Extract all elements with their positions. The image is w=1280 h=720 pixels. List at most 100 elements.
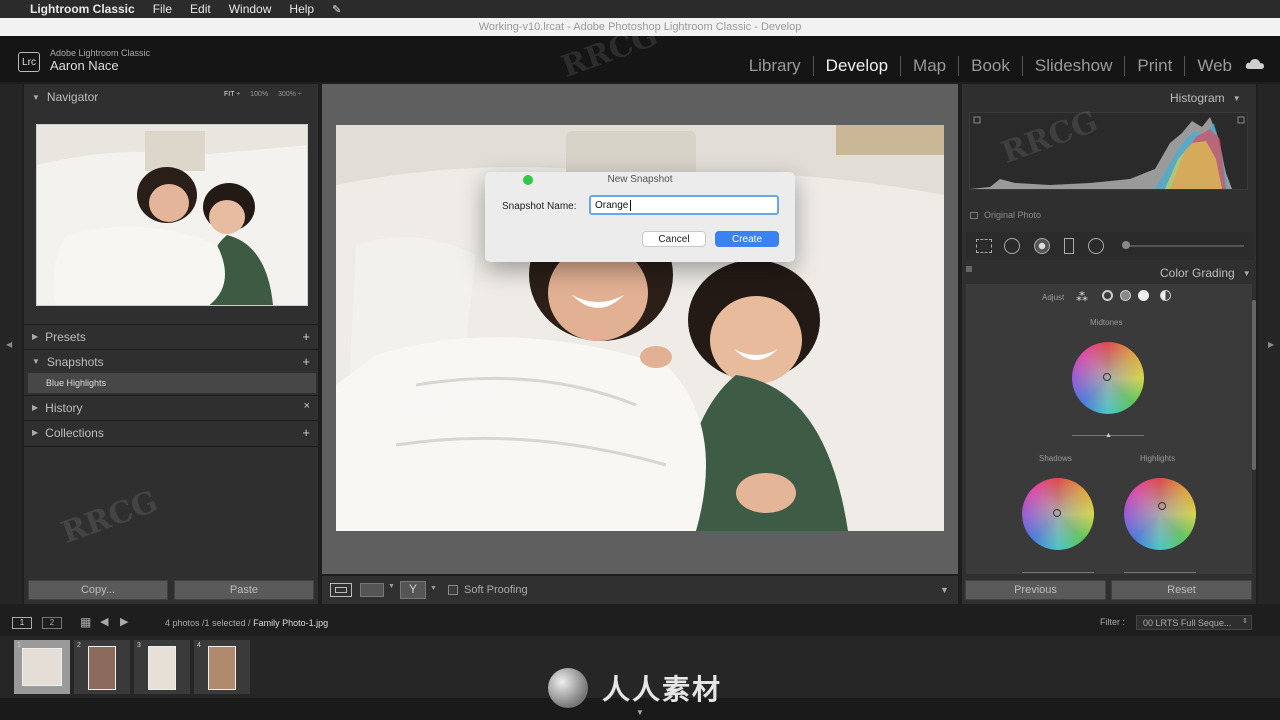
develop-toolbar: ▼ Y ▼ Soft Proofing ▼ — [322, 576, 958, 604]
slider-handle-icon[interactable]: ▲ — [1105, 432, 1112, 439]
film-thumbnail[interactable]: 4 — [194, 640, 250, 694]
module-picker: Library Develop Map Book Slideshow Print… — [737, 56, 1244, 76]
module-print[interactable]: Print — [1124, 56, 1184, 76]
shadows-luminance-slider[interactable] — [1022, 572, 1094, 573]
module-book[interactable]: Book — [958, 56, 1022, 76]
menu-help[interactable]: Help — [289, 2, 314, 16]
radial-filter-icon[interactable] — [1088, 238, 1104, 254]
before-after-icon[interactable] — [360, 583, 384, 597]
shadows-color-wheel[interactable] — [1022, 478, 1094, 550]
reset-button[interactable]: Reset — [1111, 580, 1252, 600]
original-photo-icon[interactable] — [970, 212, 978, 219]
midtones-color-wheel[interactable] — [1072, 342, 1144, 414]
dropdown-arrow-icon[interactable]: ▼ — [388, 583, 395, 590]
shadows-mode-icon[interactable] — [1102, 290, 1113, 301]
previous-button[interactable]: Previous — [965, 580, 1106, 600]
graduated-filter-icon[interactable] — [1064, 238, 1074, 254]
crop-tool-icon[interactable] — [976, 239, 992, 253]
left-collapse-icon[interactable]: ◀ — [6, 340, 12, 349]
menu-file[interactable]: File — [153, 2, 172, 16]
module-library[interactable]: Library — [737, 56, 813, 76]
history-title: History — [45, 400, 83, 415]
brush-slider-handle[interactable] — [1122, 241, 1130, 249]
grid-view-icon[interactable]: ▦ — [80, 615, 91, 629]
text-caret — [630, 200, 632, 211]
zoom-100[interactable]: 100% — [250, 91, 268, 98]
expand-triangle-icon: ▶ — [32, 428, 39, 437]
film-thumbnail[interactable]: 3 — [134, 640, 190, 694]
thumbnail-image — [88, 646, 116, 690]
film-thumbnail[interactable]: 1 — [14, 640, 70, 694]
cloud-icon[interactable] — [1245, 58, 1265, 70]
snapshot-name-input[interactable]: Orange — [589, 195, 779, 215]
loupe-view-icon[interactable] — [330, 583, 352, 597]
brush-slider-track[interactable] — [1124, 245, 1244, 247]
red-eye-icon[interactable] — [1034, 238, 1050, 254]
module-develop[interactable]: Develop — [812, 56, 900, 76]
shadows-wheel-handle[interactable] — [1053, 509, 1061, 517]
add-preset-button[interactable]: + — [302, 329, 310, 344]
zoom-fit[interactable]: FIT ÷ — [224, 91, 240, 98]
dropdown-arrow-icon[interactable]: ▼ — [430, 585, 437, 592]
original-photo-label: Original Photo — [984, 210, 1042, 220]
histogram-title: Histogram — [1170, 91, 1225, 105]
create-button[interactable]: Create — [715, 231, 779, 247]
highlights-luminance-slider[interactable] — [1124, 572, 1196, 573]
new-snapshot-dialog: New Snapshot Snapshot Name: Orange Cance… — [485, 172, 795, 262]
histogram-header[interactable]: Histogram ▼ — [1170, 91, 1241, 105]
film-thumbnail[interactable]: 2 — [74, 640, 130, 694]
add-snapshot-button[interactable]: + — [302, 354, 310, 369]
forward-arrow-icon[interactable]: ▶ — [120, 615, 128, 628]
collapse-triangle-icon: ▼ — [1242, 268, 1251, 278]
back-arrow-icon[interactable]: ◀ — [100, 615, 108, 628]
right-collapse-icon[interactable]: ▶ — [1268, 340, 1274, 349]
filmstrip-bar: 1 2 ▦ ◀ ▶ 4 photos /1 selected / Family … — [0, 613, 1280, 633]
midtones-wheel-handle[interactable] — [1103, 373, 1111, 381]
presets-header[interactable]: ▶ Presets + — [24, 324, 318, 348]
panel-scrollbar[interactable] — [1252, 300, 1256, 470]
filmstrip-collapse-icon[interactable]: ▼ — [636, 708, 644, 717]
filter-label: Filter : — [1100, 617, 1126, 627]
toolbar-menu-icon[interactable]: ▼ — [940, 585, 949, 595]
soft-proofing-checkbox[interactable] — [448, 585, 458, 595]
module-web[interactable]: Web — [1184, 56, 1244, 76]
navigator-preview[interactable] — [36, 124, 308, 306]
three-way-icon[interactable]: ⁂ — [1076, 290, 1088, 304]
dropdown-arrow-icon[interactable]: ⇕ — [1242, 617, 1248, 625]
highlights-mode-icon[interactable] — [1138, 290, 1149, 301]
color-grading-panel: Adjust ⁂ Midtones ▲ Shadows Highlights — [966, 284, 1252, 574]
module-slideshow[interactable]: Slideshow — [1021, 56, 1125, 76]
pen-icon[interactable]: ✎ — [332, 3, 341, 16]
thumbnail-number: 1 — [17, 642, 21, 649]
panel-switch-icon[interactable] — [966, 266, 972, 272]
copy-button[interactable]: Copy... — [28, 580, 168, 600]
navigator-image — [37, 125, 307, 305]
history-header[interactable]: ▶ History × — [24, 395, 318, 419]
menu-app-name[interactable]: Lightroom Classic — [30, 2, 135, 16]
midtones-mode-icon[interactable] — [1120, 290, 1131, 301]
snapshot-item[interactable]: Blue Highlights — [28, 373, 316, 393]
compare-icon[interactable]: Y — [400, 581, 426, 599]
navigator-zoom: FIT ÷ 100% 300% ÷ — [224, 91, 302, 98]
secondary-display-button[interactable]: 2 — [42, 617, 62, 629]
cancel-button[interactable]: Cancel — [642, 231, 706, 247]
highlights-wheel-handle[interactable] — [1158, 502, 1166, 510]
global-mode-icon[interactable] — [1160, 290, 1171, 301]
collections-header[interactable]: ▶ Collections + — [24, 420, 318, 444]
module-map[interactable]: Map — [900, 56, 958, 76]
menu-edit[interactable]: Edit — [190, 2, 211, 16]
watermark-logo-text: 人人素材 — [602, 674, 723, 705]
zoom-300[interactable]: 300% ÷ — [278, 91, 302, 98]
highlights-color-wheel[interactable] — [1124, 478, 1196, 550]
spot-removal-icon[interactable] — [1004, 238, 1020, 254]
snapshots-header[interactable]: ▼ Snapshots + — [24, 349, 318, 373]
clear-history-button[interactable]: × — [304, 400, 310, 412]
paste-button[interactable]: Paste — [174, 580, 314, 600]
color-grading-header[interactable]: Color Grading ▼ — [1160, 266, 1251, 280]
menu-window[interactable]: Window — [229, 2, 272, 16]
primary-display-button[interactable]: 1 — [12, 617, 32, 629]
current-filename: Family Photo-1.jpg — [253, 618, 329, 628]
navigator-title: Navigator — [46, 90, 99, 104]
filter-dropdown[interactable]: 00 LRTS Full Seque... — [1136, 615, 1252, 630]
add-collection-button[interactable]: + — [302, 425, 310, 440]
